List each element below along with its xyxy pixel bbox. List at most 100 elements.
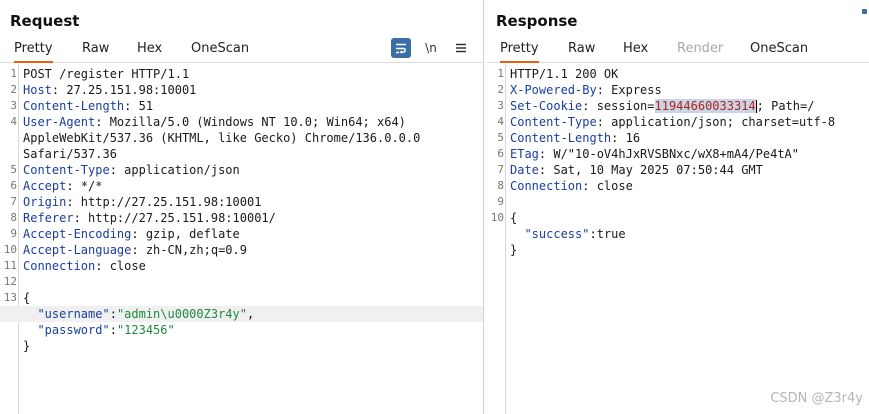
line-text: : http://27.25.151.98:10001/: [73, 211, 276, 225]
header-name: Content-Length: [510, 131, 612, 145]
line-number: 13: [3, 291, 17, 304]
header-name: Referer: [23, 211, 74, 225]
code-line: 6 Accept: */*: [0, 178, 483, 194]
line-content: }: [510, 242, 517, 258]
json-value: true: [596, 227, 626, 241]
tab-response-hex[interactable]: Hex: [623, 41, 648, 63]
request-title: Request: [10, 12, 80, 30]
line-number: 4: [10, 115, 17, 128]
code-line: "username":"admin\u0000Z3r4y",: [0, 306, 483, 322]
line-number: 9: [497, 195, 504, 208]
tab-response-raw[interactable]: Raw: [568, 41, 595, 63]
code-line: 4 User-Agent: Mozilla/5.0 (Windows NT 10.…: [0, 114, 483, 130]
line-number: 2: [497, 83, 504, 96]
line-number: 7: [10, 195, 17, 208]
line-content: "password":"123456": [23, 322, 175, 338]
line-text: }: [23, 339, 31, 353]
line-text: : http://27.25.151.98:10001: [66, 195, 262, 209]
line-number: 5: [10, 163, 17, 176]
code-line: 2 X-Powered-By: Express: [487, 82, 869, 98]
response-title: Response: [496, 12, 578, 30]
wrap-lines-icon[interactable]: [391, 38, 411, 58]
header-name: Content-Type: [23, 163, 110, 177]
line-text: : Express: [596, 83, 662, 97]
code-line: }: [487, 242, 869, 258]
line-number: 8: [10, 211, 17, 224]
line-text: : application/json: [109, 163, 240, 177]
line-content: POST /register HTTP/1.1: [23, 66, 189, 82]
line-number: 3: [497, 99, 504, 112]
line-text: : close: [582, 179, 633, 193]
header-name: Content-Length: [23, 99, 125, 113]
line-content: Accept-Language: zh-CN,zh;q=0.9: [23, 242, 247, 258]
line-content: }: [23, 338, 30, 354]
code-line: 12: [0, 274, 483, 290]
code-line: 9: [487, 194, 869, 210]
json-separator: :: [109, 323, 117, 337]
line-number: 12: [3, 275, 17, 288]
line-text: AppleWebKit/537.36 (KHTML, like Gecko) C…: [23, 131, 421, 145]
tab-request-pretty[interactable]: Pretty: [14, 41, 53, 63]
line-text: : application/json; charset=utf-8: [596, 115, 836, 129]
line-content: Accept-Encoding: gzip, deflate: [23, 226, 240, 242]
line-number: 3: [10, 99, 17, 112]
line-content: Content-Length: 16: [510, 130, 640, 146]
line-content: AppleWebKit/537.36 (KHTML, like Gecko) C…: [23, 130, 420, 146]
code-line: 8 Connection: close: [487, 178, 869, 194]
menu-icon[interactable]: [451, 38, 471, 58]
code-line: 3 Set-Cookie: session=11944660033314; Pat…: [487, 98, 869, 114]
line-content: Accept: */*: [23, 178, 102, 194]
json-separator: :: [109, 307, 117, 321]
tab-request-hex[interactable]: Hex: [137, 41, 162, 63]
header-name: Connection: [510, 179, 583, 193]
header-name: Content-Type: [510, 115, 597, 129]
header-name: Host: [23, 83, 52, 97]
header-name: Accept-Language: [23, 243, 132, 257]
line-text: }: [510, 243, 518, 257]
line-text: {: [23, 291, 31, 305]
newline-icon[interactable]: \n: [421, 38, 441, 58]
line-content: {: [23, 290, 30, 306]
line-content: X-Powered-By: Express: [510, 82, 662, 98]
line-content: Content-Type: application/json; charset=…: [510, 114, 835, 130]
line-number: 9: [10, 227, 17, 240]
header-name: Accept-Encoding: [23, 227, 132, 241]
header-name: Set-Cookie: [510, 99, 583, 113]
header-name: Date: [510, 163, 539, 177]
code-line: 7 Origin: http://27.25.151.98:10001: [0, 194, 483, 210]
tab-response-onescan[interactable]: OneScan: [750, 41, 808, 63]
tab-response-render: Render: [677, 41, 724, 56]
response-editor[interactable]: 1 HTTP/1.1 200 OK 2 X-Powered-By: Express 3 S…: [487, 64, 869, 414]
response-pane: Response Pretty Raw Hex Render OneScan 1…: [487, 0, 869, 414]
panel-indicator-icon: [862, 9, 867, 14]
code-line: 5 Content-Length: 16: [487, 130, 869, 146]
header-name: User-Agent: [23, 115, 96, 129]
line-text: Safari/537.36: [23, 147, 117, 161]
line-content: HTTP/1.1 200 OK: [510, 66, 618, 82]
code-line: 1 HTTP/1.1 200 OK: [487, 66, 869, 82]
code-line: }: [0, 338, 483, 354]
selected-text: 11944660033314: [654, 99, 756, 113]
line-content: Origin: http://27.25.151.98:10001: [23, 194, 261, 210]
code-line: 13 {: [0, 290, 483, 306]
line-content: Host: 27.25.151.98:10001: [23, 82, 196, 98]
json-key: "success": [524, 227, 590, 241]
tab-response-pretty[interactable]: Pretty: [500, 41, 539, 63]
request-editor[interactable]: 1 POST /register HTTP/1.1 2 Host: 27.25.151…: [0, 64, 483, 414]
json-key: "username": [37, 307, 110, 321]
code-line: AppleWebKit/537.36 (KHTML, like Gecko) C…: [0, 130, 483, 146]
header-name: X-Powered-By: [510, 83, 597, 97]
line-content: Referer: http://27.25.151.98:10001/: [23, 210, 276, 226]
header-name: ETag: [510, 147, 539, 161]
code-line: 10 Accept-Language: zh-CN,zh;q=0.9: [0, 242, 483, 258]
json-string: "123456": [116, 323, 175, 337]
line-content: Safari/537.36: [23, 146, 117, 162]
tab-request-raw[interactable]: Raw: [82, 41, 109, 63]
line-content: "username":"admin\u0000Z3r4y",: [23, 306, 254, 322]
tab-request-onescan[interactable]: OneScan: [191, 41, 249, 63]
code-line: 9 Accept-Encoding: gzip, deflate: [0, 226, 483, 242]
line-text: : W/"10-oV4hJxRVSBNxc/wX8+mA4/Pe4tA": [538, 147, 799, 161]
